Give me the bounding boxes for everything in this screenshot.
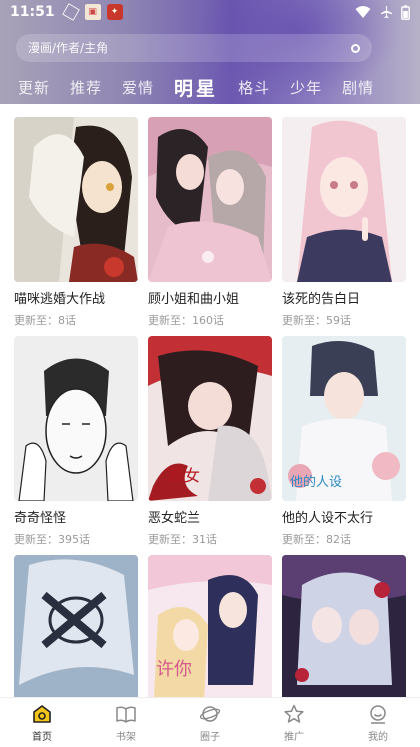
comic-card[interactable]: 许你	[148, 555, 272, 697]
nav-profile-label: 我的	[368, 731, 388, 743]
comic-update: 更新至：395话	[14, 533, 90, 546]
comic-cover[interactable]	[282, 117, 406, 282]
comic-title[interactable]: 喵咪逃婚大作战	[14, 288, 138, 307]
cube-icon	[61, 3, 80, 21]
star-icon	[284, 704, 304, 723]
comic-card[interactable]	[282, 555, 406, 697]
comic-update: 更新至：59话	[282, 314, 351, 327]
comic-grid: 喵咪逃婚大作战 更新至：8话 顾小姐和曲小姐 更新至：160话 该死的告白日 更…	[14, 117, 406, 697]
app-icon: ✦	[106, 4, 123, 20]
comic-title[interactable]: 他的人设不太行	[282, 507, 406, 526]
comic-card[interactable]: 奇奇怪怪 更新至：395话	[14, 336, 138, 547]
wifi-icon	[355, 6, 371, 18]
comic-cover[interactable]	[148, 117, 272, 282]
nav-bookshelf-label: 书架	[116, 731, 136, 743]
comic-cover[interactable]: 他的人设	[282, 336, 406, 501]
comic-cover[interactable]: 恶女	[148, 336, 272, 501]
nav-bookshelf[interactable]: 书架	[84, 698, 168, 747]
nav-home-label: 首页	[32, 731, 52, 743]
comic-cover[interactable]	[14, 336, 138, 501]
nav-home[interactable]: 首页	[0, 698, 84, 747]
category-tabs: 更新 推荐 爱情 明星 格斗 少年 剧情	[0, 70, 420, 110]
airplane-icon	[381, 6, 392, 19]
planet-icon	[199, 705, 221, 722]
comic-title[interactable]: 奇奇怪怪	[14, 507, 138, 526]
comic-card[interactable]: 该死的告白日 更新至：59话	[282, 117, 406, 328]
comic-update: 更新至：160话	[148, 314, 224, 327]
status-time: 11:51	[10, 4, 55, 20]
photo-icon: ▣	[84, 4, 101, 20]
search-input[interactable]	[28, 41, 351, 55]
nav-profile[interactable]: 我的	[336, 698, 420, 747]
comic-title[interactable]: 该死的告白日	[282, 288, 406, 307]
comic-card[interactable]: 恶女 恶女蛇兰 更新至：31话	[148, 336, 272, 547]
tab-youth[interactable]: 少年	[290, 77, 322, 98]
search-icon[interactable]	[351, 43, 360, 53]
tab-recommend[interactable]: 推荐	[70, 77, 102, 98]
nav-community[interactable]: 圈子	[168, 698, 252, 747]
battery-icon	[401, 4, 410, 20]
comic-update: 更新至：82话	[282, 533, 351, 546]
comic-title[interactable]: 顾小姐和曲小姐	[148, 288, 272, 307]
bottom-navigation: 首页 书架 圈子 推广 我的	[0, 697, 420, 747]
tab-drama[interactable]: 剧情	[342, 77, 374, 98]
bookshelf-icon	[116, 705, 136, 723]
comic-title[interactable]: 恶女蛇兰	[148, 507, 272, 526]
svg-text:他的人设: 他的人设	[290, 474, 342, 490]
comic-card[interactable]: 他的人设 他的人设不太行 更新至：82话	[282, 336, 406, 547]
svg-text:恶女: 恶女	[168, 466, 200, 485]
svg-text:许你: 许你	[156, 659, 192, 680]
nav-promote-label: 推广	[284, 731, 304, 743]
comic-update: 更新至：8话	[14, 314, 76, 327]
comic-update: 更新至：31话	[148, 533, 217, 546]
comic-cover[interactable]	[14, 555, 138, 697]
tab-celebrity[interactable]: 明星	[174, 74, 218, 110]
comic-cover[interactable]	[282, 555, 406, 697]
tab-fighting[interactable]: 格斗	[238, 77, 270, 98]
comic-card[interactable]: 喵咪逃婚大作战 更新至：8话	[14, 117, 138, 328]
status-bar: 11:51 ▣ ✦	[0, 0, 420, 24]
nav-promote[interactable]: 推广	[252, 698, 336, 747]
nav-community-label: 圈子	[200, 731, 220, 743]
profile-icon	[370, 704, 386, 724]
comic-card[interactable]	[14, 555, 138, 697]
comic-card[interactable]: 顾小姐和曲小姐 更新至：160话	[148, 117, 272, 328]
tab-update[interactable]: 更新	[18, 77, 50, 98]
comic-cover[interactable]	[14, 117, 138, 282]
search-bar[interactable]	[16, 34, 372, 62]
comic-cover[interactable]: 许你	[148, 555, 272, 697]
tab-romance[interactable]: 爱情	[122, 77, 154, 98]
home-icon	[33, 704, 51, 723]
